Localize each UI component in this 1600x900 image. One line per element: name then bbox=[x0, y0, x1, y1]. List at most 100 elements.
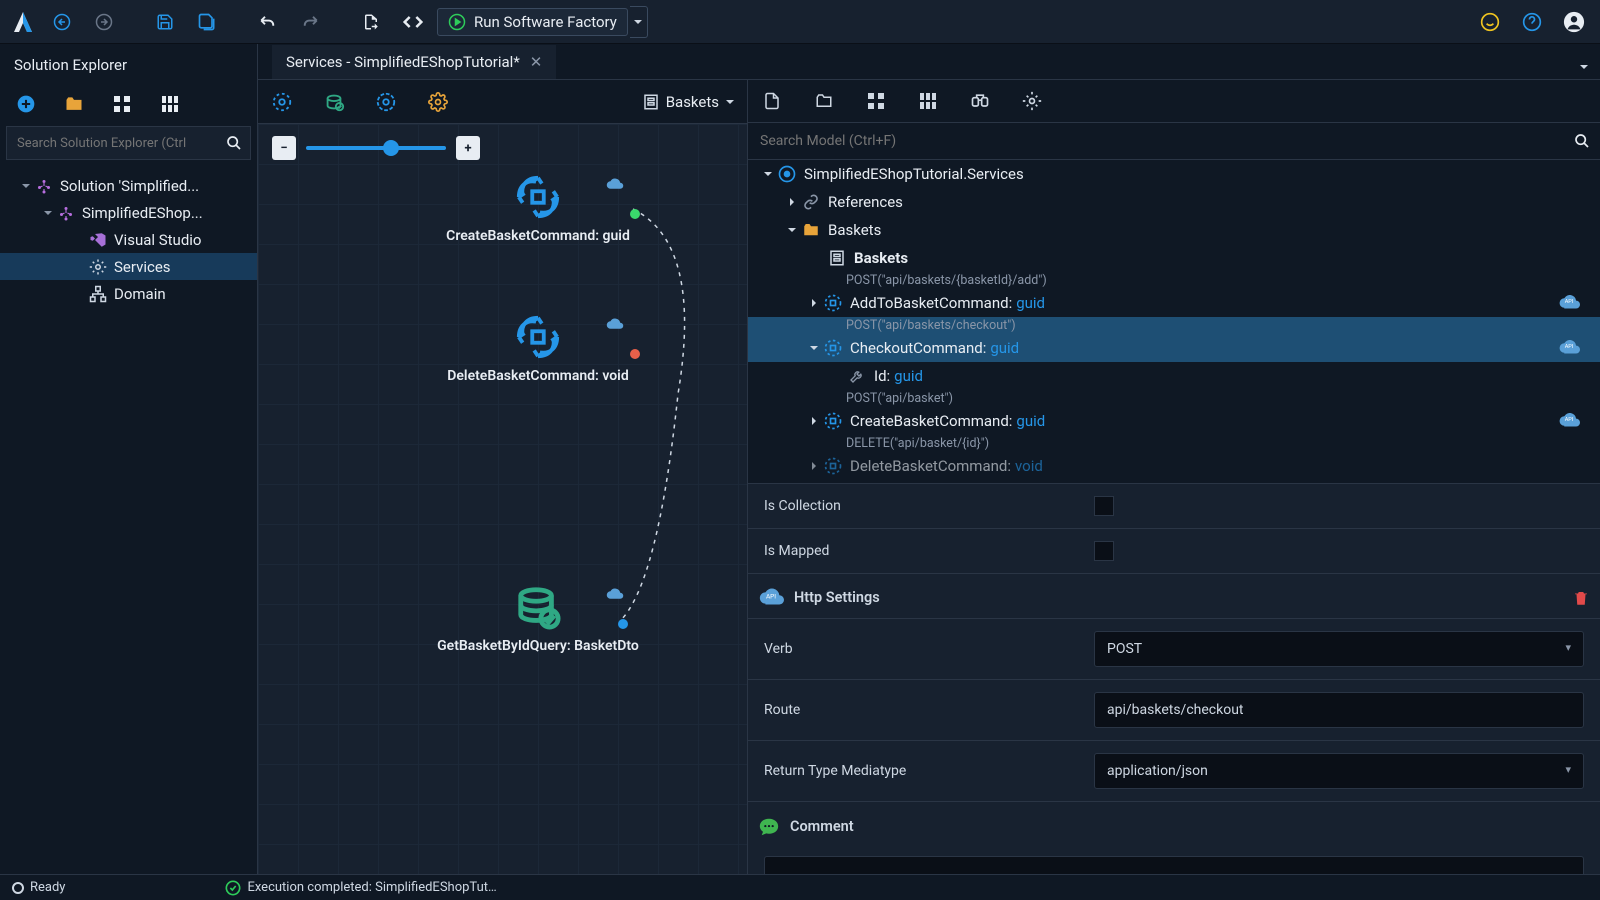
model-folder-baskets[interactable]: Baskets bbox=[748, 216, 1600, 244]
is-collection-checkbox[interactable] bbox=[1094, 496, 1114, 516]
model-item-checkout[interactable]: CheckoutCommand: guid API bbox=[748, 334, 1600, 362]
new-file-button[interactable] bbox=[760, 89, 784, 113]
save-button[interactable] bbox=[147, 4, 183, 40]
is-mapped-checkbox[interactable] bbox=[1094, 541, 1114, 561]
tree-project[interactable]: SimplifiedEShop... bbox=[0, 199, 257, 226]
open-folder-button[interactable] bbox=[62, 92, 86, 116]
port-dot[interactable] bbox=[618, 619, 628, 629]
nav-back-button[interactable] bbox=[44, 4, 80, 40]
run-software-factory-button[interactable]: Run Software Factory bbox=[437, 8, 628, 36]
tree-item-visual-studio[interactable]: Visual Studio bbox=[0, 226, 257, 253]
cloud-icon bbox=[606, 318, 624, 332]
collapse-all-button[interactable] bbox=[158, 92, 182, 116]
canvas-node-create[interactable]: CreateBasketCommand: guid bbox=[408, 174, 668, 244]
port-dot[interactable] bbox=[630, 349, 640, 359]
filter-3-button[interactable] bbox=[374, 90, 398, 114]
folder-icon bbox=[800, 219, 822, 241]
model-references[interactable]: References bbox=[748, 188, 1600, 216]
filter-2-button[interactable] bbox=[322, 90, 346, 114]
tab-label: Services - SimplifiedEShopTutorial* bbox=[286, 53, 520, 71]
return-mediatype-select[interactable]: application/json bbox=[1094, 753, 1584, 789]
solution-explorer-panel: Solution Explorer Solution 'Simplified..… bbox=[0, 44, 258, 874]
code-button[interactable] bbox=[395, 4, 431, 40]
route-label: POST("api/basket") bbox=[748, 390, 1600, 407]
settings-button[interactable] bbox=[426, 90, 450, 114]
feedback-icon[interactable] bbox=[1472, 4, 1508, 40]
diagram-canvas-panel: Baskets − + CreateBasketComm bbox=[258, 80, 748, 874]
comment-header: Comment bbox=[748, 801, 1600, 848]
model-diagram-baskets[interactable]: Baskets bbox=[748, 244, 1600, 272]
search-icon[interactable] bbox=[218, 127, 250, 159]
comment-textarea[interactable] bbox=[764, 856, 1584, 874]
canvas-node-delete[interactable]: DeleteBasketCommand: void bbox=[408, 314, 668, 384]
zoom-slider[interactable] bbox=[306, 146, 446, 150]
app-logo-icon bbox=[8, 7, 38, 37]
solution-search-input[interactable] bbox=[7, 129, 218, 158]
package-icon bbox=[776, 163, 798, 185]
diagram-selector[interactable]: Baskets bbox=[642, 93, 735, 111]
help-icon[interactable] bbox=[1514, 4, 1550, 40]
expand-all-button[interactable] bbox=[110, 92, 134, 116]
svg-text:API: API bbox=[766, 592, 776, 600]
tree-item-domain[interactable]: Domain bbox=[0, 280, 257, 307]
open-folder-button[interactable] bbox=[812, 89, 836, 113]
filter-1-button[interactable] bbox=[270, 90, 294, 114]
link-icon bbox=[800, 191, 822, 213]
route-label: DELETE("api/basket/{id}") bbox=[748, 435, 1600, 452]
command-icon bbox=[822, 292, 844, 314]
undo-button[interactable] bbox=[250, 4, 286, 40]
model-field-id[interactable]: Id: guid bbox=[748, 362, 1600, 390]
route-input[interactable] bbox=[1094, 692, 1584, 728]
svg-text:API: API bbox=[1565, 417, 1574, 423]
prop-is-mapped-label: Is Mapped bbox=[764, 543, 1094, 559]
collapse-button[interactable] bbox=[916, 89, 940, 113]
tab-services[interactable]: Services - SimplifiedEShopTutorial* ✕ bbox=[272, 45, 556, 79]
prop-is-collection-label: Is Collection bbox=[764, 498, 1094, 514]
verb-label: Verb bbox=[764, 641, 1094, 657]
api-badge-icon: API bbox=[1558, 413, 1580, 429]
save-all-button[interactable] bbox=[189, 4, 225, 40]
tab-menu-button[interactable] bbox=[1572, 55, 1596, 79]
diagram-canvas[interactable]: − + CreateBasketCommand: guid bbox=[258, 124, 747, 874]
solution-icon bbox=[34, 176, 54, 196]
route-label: POST("api/baskets/{basketId}/add") bbox=[748, 272, 1600, 289]
api-badge-icon: API bbox=[1558, 295, 1580, 311]
search-icon[interactable] bbox=[1564, 123, 1600, 159]
zoom-out-button[interactable]: − bbox=[272, 136, 296, 160]
binoculars-button[interactable] bbox=[968, 89, 992, 113]
delete-http-settings-button[interactable] bbox=[1572, 589, 1590, 607]
command-icon bbox=[822, 337, 844, 359]
gear-button[interactable] bbox=[1020, 89, 1044, 113]
tab-close-icon[interactable]: ✕ bbox=[530, 53, 543, 71]
run-button-label: Run Software Factory bbox=[474, 13, 617, 31]
expand-button[interactable] bbox=[864, 89, 888, 113]
cloud-icon bbox=[606, 178, 624, 192]
model-item-deletebasket[interactable]: DeleteBasketCommand: void bbox=[748, 452, 1600, 480]
command-icon bbox=[515, 174, 561, 220]
export-button[interactable] bbox=[353, 4, 389, 40]
diagram-icon bbox=[826, 247, 848, 269]
redo-button[interactable] bbox=[292, 4, 328, 40]
verb-select[interactable]: POST bbox=[1094, 631, 1584, 667]
status-ready: Ready bbox=[30, 880, 65, 895]
model-item-addtobasket[interactable]: AddToBasketCommand: guid API bbox=[748, 289, 1600, 317]
model-item-createbasket[interactable]: CreateBasketCommand: guid API bbox=[748, 407, 1600, 435]
tree-item-services[interactable]: Services bbox=[0, 253, 257, 280]
svg-text:API: API bbox=[1565, 299, 1574, 305]
port-dot[interactable] bbox=[630, 209, 640, 219]
run-dropdown-button[interactable] bbox=[630, 6, 648, 38]
user-account-icon[interactable] bbox=[1556, 4, 1592, 40]
add-button[interactable] bbox=[14, 92, 38, 116]
nav-forward-button[interactable] bbox=[86, 4, 122, 40]
properties-panel: Is Collection Is Mapped API Http Setting… bbox=[748, 483, 1600, 874]
zoom-in-button[interactable]: + bbox=[456, 136, 480, 160]
canvas-node-query[interactable]: GetBasketByIdQuery: BasketDto bbox=[408, 584, 668, 654]
model-search-input[interactable] bbox=[748, 124, 1564, 158]
comment-icon bbox=[758, 816, 780, 838]
solution-search bbox=[6, 126, 251, 160]
model-root[interactable]: SimplifiedEShopTutorial.Services bbox=[748, 160, 1600, 188]
tree-solution[interactable]: Solution 'Simplified... bbox=[0, 172, 257, 199]
project-icon bbox=[56, 203, 76, 223]
route-label: Route bbox=[764, 702, 1094, 718]
wrench-icon bbox=[846, 365, 868, 387]
